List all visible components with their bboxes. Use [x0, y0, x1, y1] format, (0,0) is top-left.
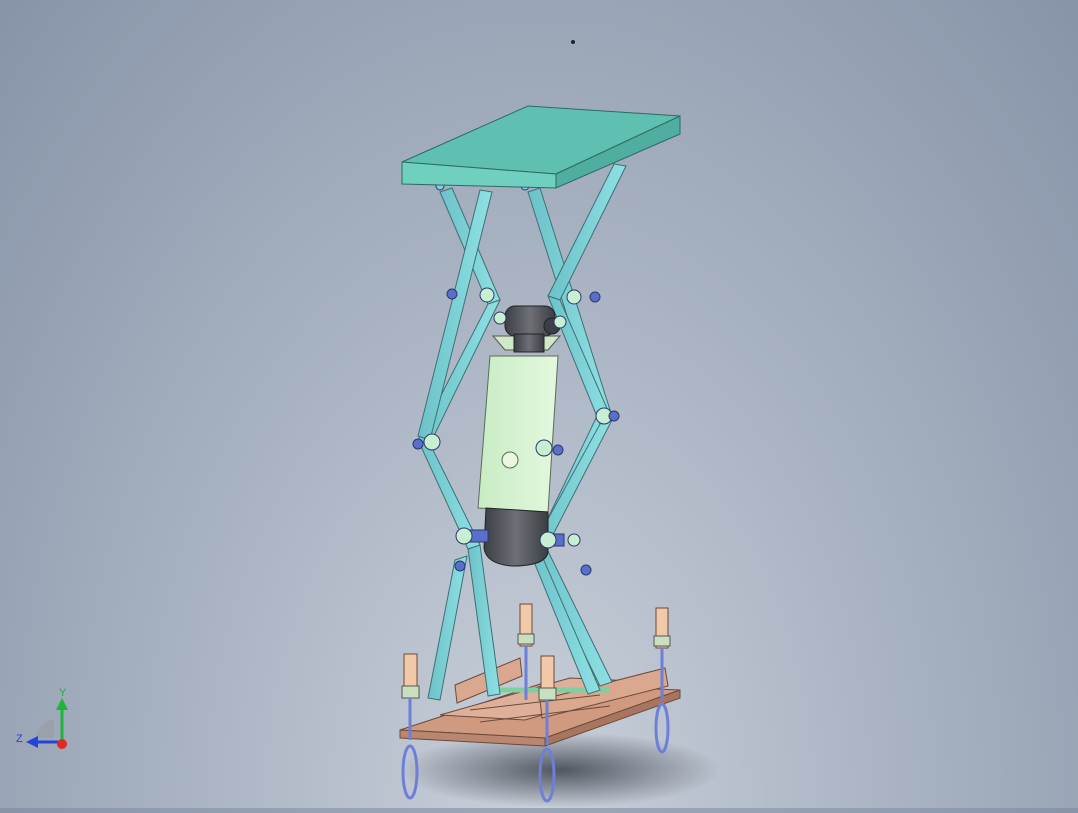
- floor-shadow: [400, 732, 720, 808]
- caster-rear-left[interactable]: [517, 603, 535, 700]
- axis-z-label: Z: [16, 733, 23, 745]
- hydraulic-cylinder[interactable]: [477, 335, 562, 513]
- lift-platform[interactable]: [401, 105, 681, 189]
- axis-y-label: Y: [59, 687, 67, 699]
- orientation-triad: Y Z: [14, 684, 78, 756]
- axis-x-icon: [57, 739, 67, 749]
- origin-point: [571, 40, 575, 44]
- model-viewport[interactable]: [0, 0, 1078, 808]
